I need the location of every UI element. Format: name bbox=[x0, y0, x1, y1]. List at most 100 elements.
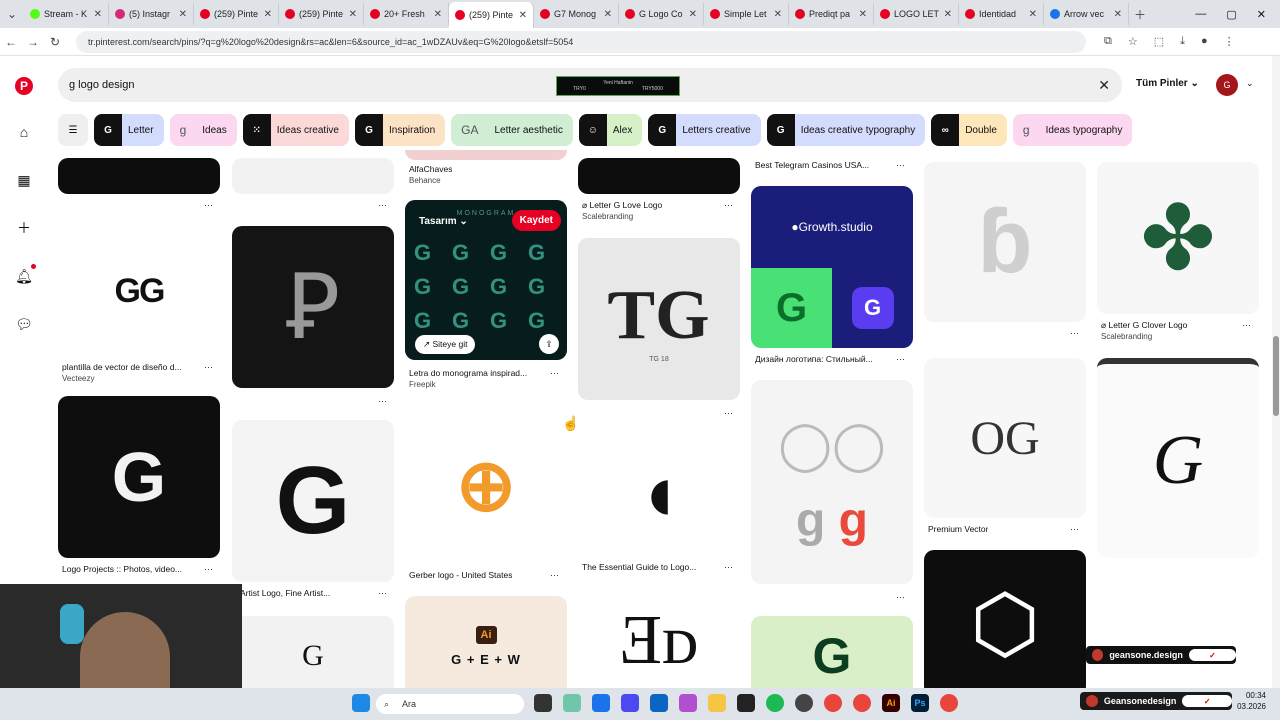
more-icon[interactable]: ⋯ bbox=[550, 570, 559, 581]
clear-search-icon[interactable]: ✕ bbox=[1098, 77, 1110, 94]
home-icon[interactable]: ⌂ bbox=[14, 122, 34, 142]
more-icon[interactable]: ⋯ bbox=[204, 362, 213, 373]
pin-image[interactable]: G bbox=[751, 616, 913, 688]
pin-image[interactable] bbox=[578, 158, 740, 194]
pin-image[interactable] bbox=[232, 158, 394, 194]
search-chip[interactable]: G Inspiration bbox=[355, 114, 446, 146]
back-icon[interactable]: ← bbox=[0, 35, 22, 49]
close-tab-icon[interactable]: ✕ bbox=[349, 9, 357, 20]
more-icon[interactable]: ⋯ bbox=[378, 396, 387, 407]
close-window-icon[interactable]: ✕ bbox=[1257, 8, 1266, 21]
filter-settings-icon[interactable]: ☰ bbox=[58, 114, 88, 146]
pin-title[interactable]: Artist Logo, Fine Artist... bbox=[240, 588, 330, 598]
photoshop-icon[interactable]: Ps bbox=[911, 694, 929, 712]
pin-image[interactable]: ● Growth.studio G G bbox=[751, 186, 913, 348]
pin-image[interactable]: G bbox=[58, 396, 220, 558]
chrome-icon[interactable] bbox=[853, 694, 871, 712]
all-pins-filter[interactable]: Tüm Pinler ⌄ bbox=[1136, 78, 1199, 89]
scrollbar[interactable] bbox=[1272, 56, 1280, 688]
pin-image[interactable]: ✤ bbox=[1097, 162, 1259, 314]
pin-image[interactable]: ◖ bbox=[578, 432, 740, 554]
scroll-thumb[interactable] bbox=[1273, 336, 1279, 416]
app-icon[interactable] bbox=[563, 694, 581, 712]
spotify-icon[interactable] bbox=[766, 694, 784, 712]
pin-title[interactable]: Letra do monograma inspirad... bbox=[409, 368, 527, 378]
illustrator-icon[interactable]: Ai bbox=[882, 694, 900, 712]
more-icon[interactable]: ⋯ bbox=[724, 562, 733, 573]
explore-icon[interactable]: ▦ bbox=[14, 170, 34, 190]
pin-title[interactable]: AlfaChaves bbox=[409, 164, 452, 174]
pin-image[interactable]: G bbox=[232, 616, 394, 688]
install-icon[interactable]: ⧉ bbox=[1104, 35, 1112, 48]
bookmark-star-icon[interactable]: ☆ bbox=[1128, 35, 1138, 48]
forward-icon[interactable]: → bbox=[22, 35, 44, 49]
search-chip[interactable]: GA Letter aesthetic bbox=[451, 114, 573, 146]
pin-title[interactable]: plantilla de vector de diseño d... bbox=[62, 362, 182, 372]
more-icon[interactable]: ⋯ bbox=[1070, 328, 1079, 339]
task-view-icon[interactable] bbox=[534, 694, 552, 712]
chrome-icon[interactable] bbox=[940, 694, 958, 712]
close-tab-icon[interactable]: ✕ bbox=[94, 9, 102, 20]
more-icon[interactable]: ⋯ bbox=[204, 564, 213, 575]
close-tab-icon[interactable]: ✕ bbox=[689, 9, 697, 20]
pin-image[interactable]: Ǝᴅ bbox=[578, 586, 740, 688]
more-icon[interactable]: ⋯ bbox=[896, 160, 905, 171]
browser-tab[interactable]: G Logo Co ✕ bbox=[619, 3, 704, 25]
pin-image[interactable]: ɓ bbox=[924, 162, 1086, 322]
browser-tab[interactable]: Identidad ✕ bbox=[959, 3, 1044, 25]
pin-image[interactable]: ⊕ bbox=[405, 404, 567, 566]
browser-tab[interactable]: G7 Monog ✕ bbox=[534, 3, 619, 25]
search-input[interactable]: g logo design bbox=[69, 79, 134, 91]
messages-icon[interactable]: 💬︎ bbox=[14, 314, 34, 334]
outlook-icon[interactable] bbox=[650, 694, 668, 712]
taskbar-search[interactable]: ⌕ Ara bbox=[376, 694, 524, 714]
more-icon[interactable]: ⋯ bbox=[378, 588, 387, 599]
close-tab-icon[interactable]: ✕ bbox=[264, 9, 272, 20]
minimize-icon[interactable]: — bbox=[1195, 8, 1206, 21]
pin-image[interactable]: Ai G + E + W bbox=[405, 596, 567, 688]
search-chip[interactable]: ∞ Double bbox=[931, 114, 1007, 146]
more-icon[interactable]: ⋯ bbox=[378, 200, 387, 211]
browser-tab[interactable]: (259) Pinte ✕ bbox=[279, 3, 364, 25]
close-tab-icon[interactable]: ✕ bbox=[179, 9, 187, 20]
notifications-icon[interactable]: 🔔︎ bbox=[14, 264, 36, 286]
profile-icon[interactable]: ● bbox=[1201, 35, 1208, 48]
more-icon[interactable]: ⋯ bbox=[550, 368, 559, 379]
edge-icon[interactable] bbox=[592, 694, 610, 712]
avatar[interactable]: G bbox=[1216, 74, 1238, 96]
search-chip[interactable]: g Ideas bbox=[169, 114, 237, 146]
browser-tab[interactable]: 20+ Fresh ✕ bbox=[364, 3, 449, 25]
browser-tab[interactable]: (5) Instagr ✕ bbox=[109, 3, 194, 25]
account-chevron-icon[interactable]: ⌄ bbox=[1246, 78, 1254, 89]
app-icon[interactable] bbox=[795, 694, 813, 712]
create-icon[interactable]: ＋ bbox=[14, 218, 34, 238]
close-tab-icon[interactable]: ✕ bbox=[519, 10, 527, 21]
browser-tab[interactable]: (259) Pinte ✕ bbox=[194, 3, 279, 25]
search-chip[interactable]: g Ideas typography bbox=[1012, 114, 1133, 146]
download-icon[interactable]: ⤓ bbox=[1180, 35, 1185, 48]
pin-image[interactable]: GG bbox=[58, 226, 220, 356]
new-tab-icon[interactable]: ＋ bbox=[1129, 6, 1151, 23]
pin-title[interactable]: Best Telegram Casinos USA... bbox=[755, 160, 869, 170]
pin-image[interactable] bbox=[405, 150, 567, 160]
search-chip[interactable]: G Ideas creative typography bbox=[766, 114, 926, 146]
more-icon[interactable]: ⋯ bbox=[896, 592, 905, 603]
close-tab-icon[interactable]: ✕ bbox=[604, 9, 612, 20]
close-tab-icon[interactable]: ✕ bbox=[774, 9, 782, 20]
pin-image[interactable]: ◯◯ g g bbox=[751, 380, 913, 584]
visit-site-button[interactable]: ↗ Siteye git bbox=[415, 335, 476, 354]
pin-image[interactable]: Ꝑ bbox=[232, 226, 394, 388]
more-icon[interactable]: ⋯ bbox=[724, 200, 733, 211]
url-field[interactable]: tr.pinterest.com/search/pins/?q=g%20logo… bbox=[76, 30, 1086, 53]
browser-tab[interactable]: Arrow vec ✕ bbox=[1044, 3, 1129, 25]
more-icon[interactable]: ⋯ bbox=[1070, 524, 1079, 535]
browser-tab[interactable]: Prediqt pa ✕ bbox=[789, 3, 874, 25]
search-chip[interactable]: ⁙ Ideas creative bbox=[242, 114, 349, 146]
browser-tab[interactable]: Simple Let ✕ bbox=[704, 3, 789, 25]
close-tab-icon[interactable]: ✕ bbox=[1029, 9, 1037, 20]
close-tab-icon[interactable]: ✕ bbox=[434, 9, 442, 20]
close-tab-icon[interactable]: ✕ bbox=[859, 9, 867, 20]
tab-search-chevron-icon[interactable]: ⌄ bbox=[0, 7, 24, 21]
pin-title[interactable]: Premium Vector bbox=[928, 524, 988, 534]
save-button[interactable]: Kaydet bbox=[511, 210, 561, 231]
